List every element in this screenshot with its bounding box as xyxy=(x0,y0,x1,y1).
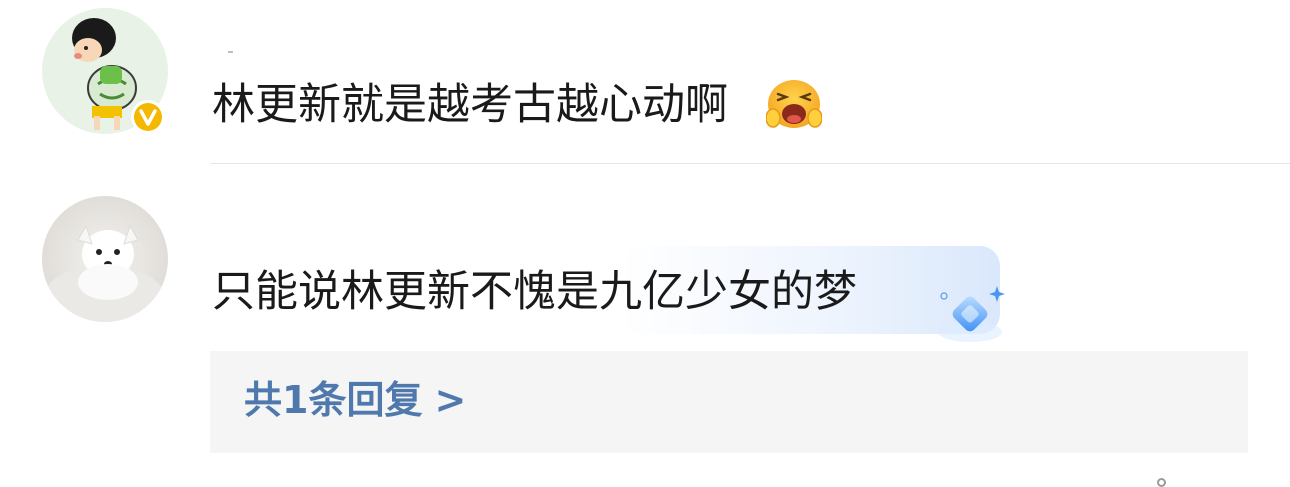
comment-text-content: 只能说林更新不愧是九亿少女的梦 xyxy=(212,267,857,317)
reply-count-label: 共1条回复 xyxy=(244,378,423,422)
view-replies-link[interactable]: 共1条回复 > xyxy=(244,381,466,419)
chevron-right-icon: > xyxy=(434,378,467,422)
reply-summary[interactable]: 共1条回复 > xyxy=(210,351,1248,453)
divider xyxy=(210,163,1290,164)
white-puppy-avatar-icon xyxy=(42,196,168,322)
verified-badge-icon xyxy=(131,100,165,134)
comment-text-content: 林更新就是越考古越心动啊 xyxy=(212,80,728,130)
avatar[interactable] xyxy=(42,8,168,134)
avatar[interactable] xyxy=(42,196,168,322)
laughing-crying-face-icon xyxy=(766,80,822,128)
comment-text: 林更新就是越考古越心动啊 xyxy=(212,84,728,127)
divider-tick xyxy=(228,51,233,53)
comment-text: 只能说林更新不愧是九亿少女的梦 xyxy=(212,271,857,314)
blue-diamond-sparkle-icon xyxy=(938,286,1005,342)
